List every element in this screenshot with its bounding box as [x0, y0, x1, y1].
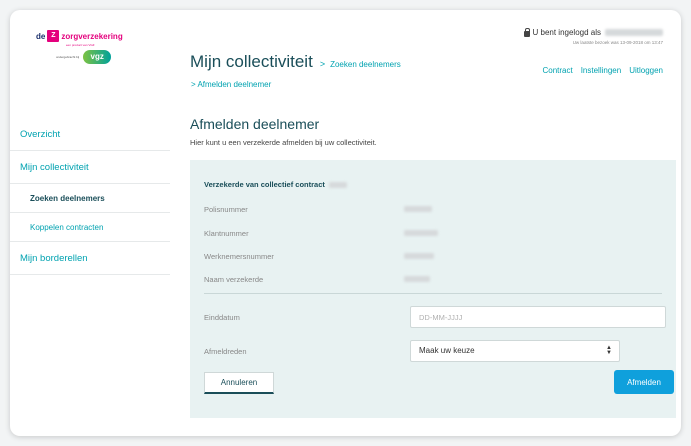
- logo-tagline: een product van VGZ: [66, 43, 95, 47]
- logo-name: zorgverzekering: [61, 31, 123, 41]
- einddatum-label: Einddatum: [204, 313, 240, 322]
- field-label-polisnummer: Polisnummer: [204, 205, 248, 214]
- chevron-right-icon: >: [319, 59, 326, 69]
- naam-redacted: [404, 276, 430, 282]
- insured-heading: Verzekerde van collectief contract: [204, 180, 347, 189]
- brand-logo[interactable]: de Z zorgverzekering een product van VGZ…: [36, 30, 151, 70]
- vgz-logo-icon: vgz: [83, 50, 112, 64]
- select-arrows-icon: ▲ ▼: [606, 345, 612, 356]
- form-panel: Verzekerde van collectief contract Polis…: [190, 160, 676, 418]
- partner-logo: ondergebracht bij vgz: [56, 50, 112, 64]
- logged-in-label: U bent ingelogd als: [532, 28, 602, 37]
- section-heading: Afmelden deelnemer: [190, 116, 320, 132]
- logo-mark-icon: Z: [47, 30, 60, 42]
- sidebar-item-mijn-borderellen[interactable]: Mijn borderellen: [10, 242, 170, 275]
- afmeldreden-value: Maak uw keuze: [419, 346, 475, 355]
- last-login: Uw laatste bezoek was 13-09-2018 om 13:4…: [572, 40, 663, 45]
- chevron-right-icon: >: [191, 80, 196, 89]
- user-info: U bent ingelogd als Uw laatste bezoek wa…: [523, 27, 663, 45]
- breadcrumb: Mijn collectiviteit > Zoeken deelnemers: [190, 52, 401, 72]
- contract-number-redacted: [328, 181, 347, 188]
- partner-prefix: ondergebracht bij: [56, 55, 80, 59]
- nav-uitloggen[interactable]: Uitloggen: [629, 66, 663, 75]
- breadcrumb-zoeken-deelnemers[interactable]: Zoeken deelnemers: [330, 60, 401, 69]
- afmeldreden-select[interactable]: Maak uw keuze ▲ ▼: [410, 340, 620, 362]
- sidebar-item-koppelen-contracten[interactable]: Koppelen contracten: [10, 213, 170, 242]
- section-description: Hier kunt u een verzekerde afmelden bij …: [190, 138, 377, 147]
- nav-instellingen[interactable]: Instellingen: [581, 66, 621, 75]
- nav-contract[interactable]: Contract: [542, 66, 572, 75]
- afmelden-button[interactable]: Afmelden: [614, 370, 674, 394]
- field-label-werknemersnummer: Werknemersnummer: [204, 252, 274, 261]
- breadcrumb-afmelden-deelnemer: Afmelden deelnemer: [197, 80, 272, 89]
- cancel-button[interactable]: Annuleren: [204, 372, 274, 394]
- page-title: Mijn collectiviteit: [190, 52, 313, 71]
- sidebar: Overzicht Mijn collectiviteit Zoeken dee…: [10, 118, 170, 275]
- polisnummer-redacted: [404, 206, 432, 212]
- einddatum-field[interactable]: [410, 306, 666, 328]
- breadcrumb-current: > Afmelden deelnemer: [191, 80, 271, 89]
- logged-in-line: U bent ingelogd als: [523, 27, 663, 37]
- page-card: de Z zorgverzekering een product van VGZ…: [10, 10, 681, 436]
- insured-heading-label: Verzekerde van collectief contract: [204, 180, 325, 189]
- divider: [204, 293, 662, 294]
- werknemersnummer-redacted: [404, 253, 434, 259]
- sidebar-item-overzicht[interactable]: Overzicht: [10, 118, 170, 151]
- sidebar-item-zoeken-deelnemers[interactable]: Zoeken deelnemers: [10, 184, 170, 213]
- top-nav: Contract Instellingen Uitloggen: [542, 66, 663, 75]
- field-label-klantnummer: Klantnummer: [204, 229, 249, 238]
- sidebar-item-mijn-collectiviteit[interactable]: Mijn collectiviteit: [10, 151, 170, 184]
- afmeldreden-label: Afmeldreden: [204, 347, 247, 356]
- username-redacted: [605, 29, 663, 36]
- klantnummer-redacted: [404, 230, 438, 236]
- logo-line: de Z zorgverzekering: [36, 30, 151, 42]
- logo-prefix: de: [36, 31, 46, 41]
- field-label-naam-verzekerde: Naam verzekerde: [204, 275, 264, 284]
- lock-icon: [523, 27, 530, 37]
